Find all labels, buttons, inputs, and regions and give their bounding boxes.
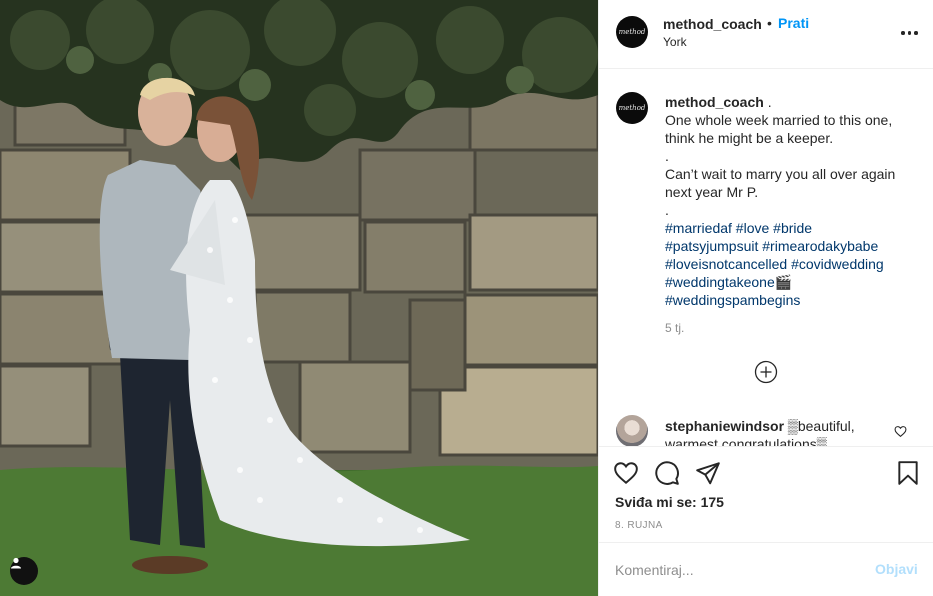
hashtag-line[interactable]: #marriedaf #love #bride <box>665 219 915 237</box>
post-comment-button[interactable]: Objavi <box>875 561 918 577</box>
post-date[interactable]: 8. RUJNA <box>615 520 663 531</box>
caption-username[interactable]: method_coach <box>665 94 764 110</box>
more-options-icon[interactable] <box>901 30 919 36</box>
post-side-panel: method method_coach • Prati York method … <box>598 0 933 596</box>
avatar-logo-text: method <box>618 104 646 112</box>
comment-icon[interactable] <box>654 460 680 486</box>
likes-count[interactable]: Sviđa mi se: 175 <box>615 494 724 510</box>
follow-button[interactable]: Prati <box>778 15 809 31</box>
post-location[interactable]: York <box>663 35 687 49</box>
user-tag-button[interactable] <box>10 557 38 585</box>
user-tag-icon <box>11 557 21 569</box>
follow-separator: • <box>767 15 772 31</box>
commenter-username[interactable]: stephaniewindsor <box>665 418 784 434</box>
hashtag-line[interactable]: #weddingtakeone🎬 <box>665 273 915 291</box>
caption-line: . <box>665 202 669 218</box>
comment-item: stephaniewindsor ▒beautiful, warmest con… <box>665 417 895 446</box>
commenter-avatar[interactable] <box>616 415 648 446</box>
wedding-photo-illustration <box>0 0 598 596</box>
author-username[interactable]: method_coach <box>663 16 762 32</box>
hashtag-line[interactable]: #loveisnotcancelled #covidwedding <box>665 255 915 273</box>
load-more-icon[interactable] <box>754 360 778 384</box>
share-icon[interactable] <box>695 460 721 486</box>
caption-line: One whole week married to this one, <box>665 112 893 128</box>
caption-author-avatar[interactable]: method <box>616 92 648 124</box>
comments-section[interactable]: method method_coach . One whole week mar… <box>599 70 933 446</box>
add-comment-bar: Objavi <box>599 542 933 596</box>
post-actions: Sviđa mi se: 175 8. RUJNA <box>599 446 933 542</box>
post-caption: method_coach . One whole week married to… <box>665 93 915 309</box>
post-photo[interactable] <box>0 0 598 596</box>
caption-line: next year Mr P. <box>665 184 759 200</box>
caption-line: think he might be a keeper. <box>665 130 834 146</box>
caption-line: Can’t wait to marry you all over again <box>665 166 896 182</box>
save-icon[interactable] <box>895 460 921 486</box>
post-header: method method_coach • Prati York <box>599 0 933 69</box>
hashtag-line[interactable]: #weddingspambegins <box>665 291 915 309</box>
caption-timestamp[interactable]: 5 tj. <box>665 321 684 335</box>
comment-like-icon[interactable] <box>894 425 907 438</box>
comment-input[interactable] <box>615 559 865 581</box>
avatar-logo-text: method <box>618 28 646 36</box>
author-avatar[interactable]: method <box>616 16 648 48</box>
caption-username-suffix: . <box>763 94 772 110</box>
like-icon[interactable] <box>613 460 639 486</box>
hashtag-line[interactable]: #patsyjumpsuit #rimearodakybabe <box>665 237 915 255</box>
caption-line: . <box>665 148 669 164</box>
